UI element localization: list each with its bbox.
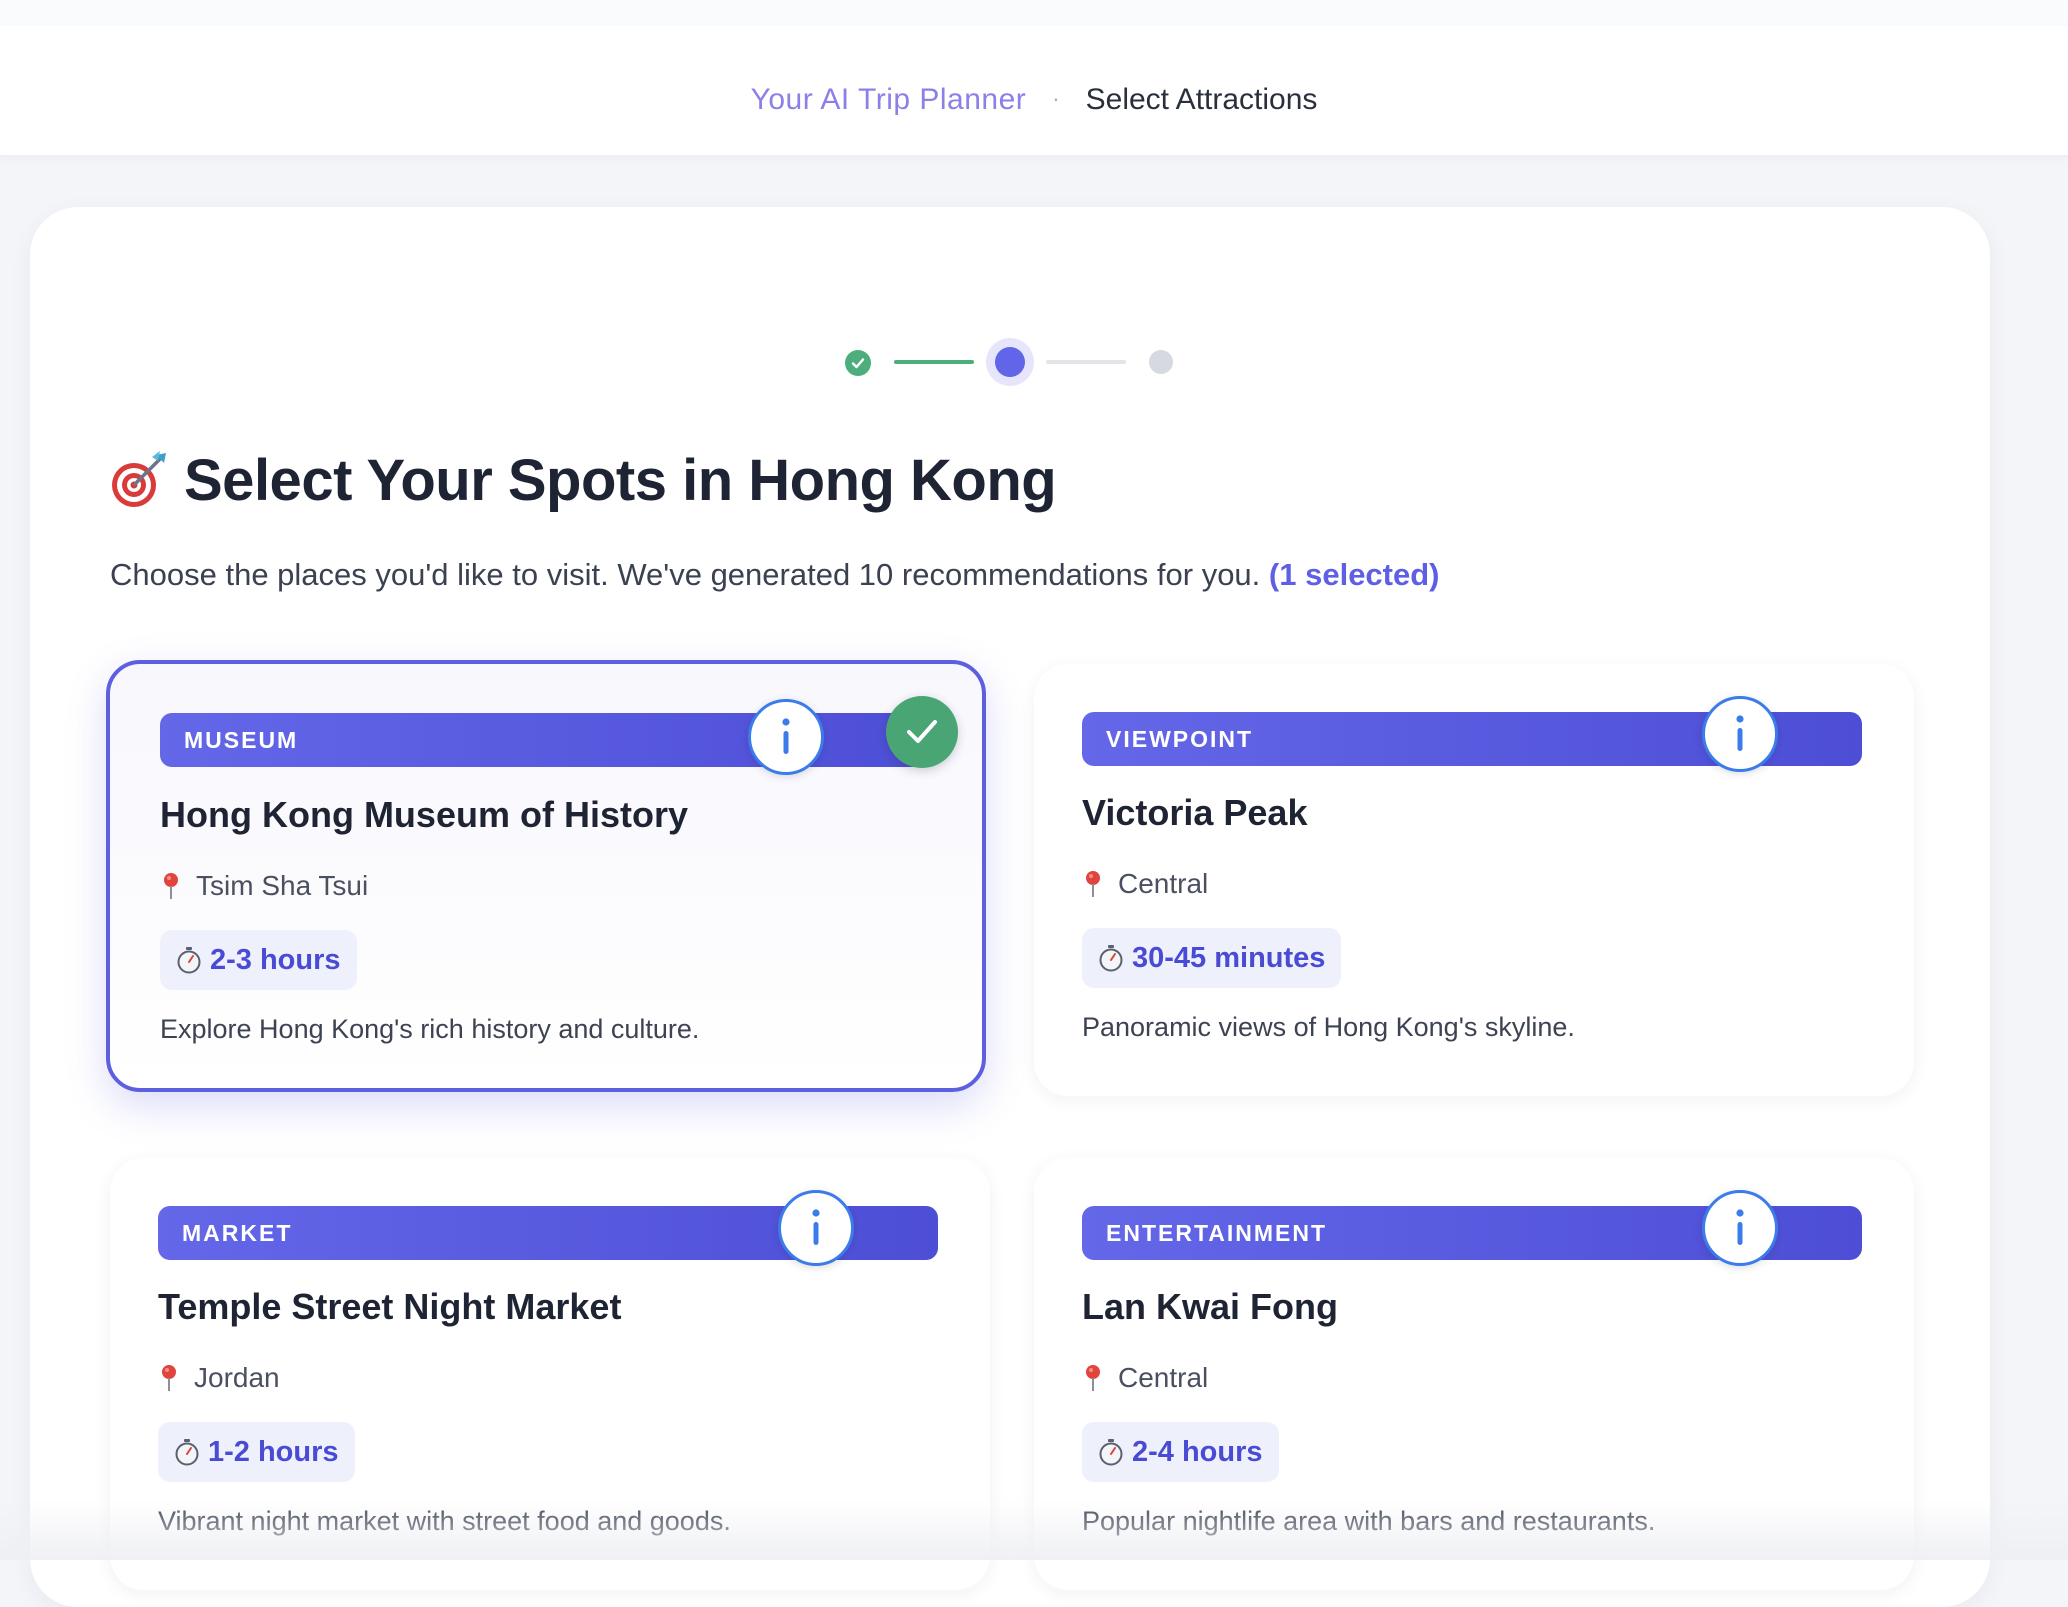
duration-text: 2-4 hours <box>1132 1435 1263 1468</box>
page-title-row: Select Your Spots in Hong Kong <box>108 440 1057 520</box>
subtitle-text: Choose the places you'd like to visit. W… <box>110 557 1261 592</box>
step-connector-completed <box>894 360 974 364</box>
breadcrumb-separator: · <box>1052 86 1060 111</box>
info-icon <box>1736 1209 1744 1245</box>
attraction-name: Temple Street Night Market <box>158 1286 622 1327</box>
attraction-description: Popular nightlife area with bars and res… <box>1082 1506 1656 1536</box>
page-title: Select Your Spots in Hong Kong <box>184 447 1057 513</box>
info-icon <box>812 1209 820 1245</box>
location-text: Central <box>1118 868 1209 899</box>
category-label: MUSEUM <box>184 727 299 753</box>
category-label: VIEWPOINT <box>1106 726 1254 752</box>
page-subtitle: Choose the places you'd like to visit. W… <box>110 552 1440 598</box>
info-button[interactable] <box>1702 696 1778 772</box>
stopwatch-icon <box>175 1439 199 1466</box>
attraction-location: Tsim Sha Tsui <box>160 870 368 902</box>
attraction-name: Hong Kong Museum of History <box>160 794 688 835</box>
checkmark-icon <box>907 720 937 743</box>
attraction-location: Central <box>1082 1362 1208 1394</box>
check-icon <box>851 358 865 369</box>
duration-text: 30-45 minutes <box>1132 941 1326 974</box>
attraction-location: Central <box>1082 868 1208 900</box>
info-button[interactable] <box>778 1190 854 1266</box>
duration-badge: 2-4 hours <box>1082 1422 1279 1482</box>
info-icon <box>782 718 790 754</box>
attraction-location: Jordan <box>158 1362 280 1394</box>
attraction-name: Victoria Peak <box>1082 792 1308 833</box>
attraction-card[interactable]: VIEWPOINT Victoria Peak Central 30-45 mi… <box>1034 664 1914 1096</box>
step-1-completed <box>845 350 871 376</box>
breadcrumb-current-page: Select Attractions <box>1085 83 1318 116</box>
info-button[interactable] <box>748 699 824 775</box>
duration-badge: 2-3 hours <box>160 930 357 990</box>
breadcrumb: Your AI Trip Planner · Select Attractions <box>0 78 2068 124</box>
step-2-current <box>995 347 1025 377</box>
attraction-description: Vibrant night market with street food an… <box>158 1506 731 1536</box>
attraction-description: Panoramic views of Hong Kong's skyline. <box>1082 1012 1575 1042</box>
category-label: ENTERTAINMENT <box>1106 1220 1328 1246</box>
duration-text: 1-2 hours <box>208 1435 339 1468</box>
attraction-name: Lan Kwai Fong <box>1082 1286 1338 1327</box>
stopwatch-icon <box>1099 1439 1123 1466</box>
location-text: Central <box>1118 1362 1209 1393</box>
map-pin-icon <box>160 871 182 901</box>
step-3-upcoming <box>1149 350 1173 374</box>
selected-count: (1 selected) <box>1268 557 1440 592</box>
map-pin-icon <box>1082 1363 1104 1393</box>
location-text: Tsim Sha Tsui <box>196 870 369 901</box>
step-connector-upcoming <box>1046 360 1126 364</box>
top-strip <box>0 0 2068 26</box>
map-pin-icon <box>1082 869 1104 899</box>
breadcrumb-home-link[interactable]: Your AI Trip Planner <box>751 83 1027 116</box>
stopwatch-icon <box>177 947 201 974</box>
attraction-card[interactable]: MUSEUM Hong Kong Museum of History Tsim … <box>106 660 986 1092</box>
attraction-card[interactable]: ENTERTAINMENT Lan Kwai Fong Central 2-4 … <box>1034 1158 1914 1590</box>
info-button[interactable] <box>1702 1190 1778 1266</box>
duration-badge: 1-2 hours <box>158 1422 355 1482</box>
map-pin-icon <box>158 1363 180 1393</box>
duration-text: 2-3 hours <box>210 943 341 976</box>
location-text: Jordan <box>194 1362 280 1393</box>
dart-target-icon <box>108 449 170 511</box>
top-navigation-bar: Your AI Trip Planner · Select Attractions <box>0 0 2068 157</box>
attraction-description: Explore Hong Kong's rich history and cul… <box>160 1014 700 1044</box>
selected-check-badge[interactable] <box>886 696 958 768</box>
stopwatch-icon <box>1099 945 1123 972</box>
duration-badge: 30-45 minutes <box>1082 928 1342 988</box>
attraction-card[interactable]: MARKET Temple Street Night Market Jordan… <box>110 1158 990 1590</box>
category-label: MARKET <box>182 1220 293 1246</box>
info-icon <box>1736 715 1744 751</box>
